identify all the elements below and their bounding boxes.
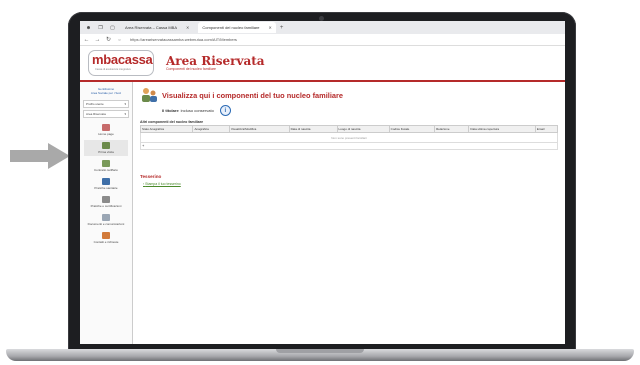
new-tab-icon[interactable]: + — [280, 25, 284, 31]
family-table: Stato Anagrafica Anagrafica Visualizza/M… — [139, 125, 559, 143]
tab-label: Componenti del nucleo familiare — [202, 25, 260, 30]
profile-icon[interactable]: ☻ — [85, 24, 92, 31]
user-info: Gentilissimo Area Sociale per i Soci — [80, 82, 132, 98]
family-icon — [142, 88, 157, 102]
holder-label: Il titolare — [162, 108, 179, 113]
chevron-down-icon: ▾ — [124, 112, 126, 116]
back-icon[interactable]: ← — [82, 37, 91, 43]
contact-icon — [102, 232, 110, 239]
home-icon — [102, 124, 110, 131]
laptop-base — [6, 349, 634, 361]
certificate-icon — [102, 196, 110, 203]
tab-componenti[interactable]: Componenti del nucleo familiare ✕ — [198, 22, 276, 33]
tab-actions-icon[interactable]: ▢ — [109, 24, 116, 31]
sidebar-item-label: Pratiche e certificazioni — [90, 204, 122, 208]
sidebar-item-family[interactable]: Prima visita — [84, 140, 128, 156]
main-content: Visualizza qui i componenti del tuo nucl… — [133, 82, 565, 344]
select-value: Profilo utente — [86, 102, 104, 106]
sidebar-item-contacts[interactable]: Contatti e richieste — [84, 230, 128, 246]
lock-icon: ○ — [118, 37, 121, 42]
sidebar-item-medical[interactable]: Pratiche sanitarie — [84, 176, 128, 192]
tab-area-riservata[interactable]: Area Riservata – Cassa MBA ✕ — [121, 22, 193, 33]
browser-window: ☻ ❐ ▢ Area Riservata – Cassa MBA ✕ Compo… — [80, 21, 565, 344]
tesserino-title: Tesserino — [140, 174, 162, 179]
sidebar-item-label: Contratto tariffario — [94, 168, 118, 172]
link-label: Stampa il tuo tesserino — [145, 182, 181, 186]
profile-select[interactable]: Profilo utente ▾ — [83, 100, 129, 108]
sidebar-item-label: Prima visita — [98, 150, 114, 154]
sidebar-item-label: Pratiche sanitarie — [94, 186, 118, 190]
logo-text: mbacassa — [92, 52, 153, 67]
refresh-icon[interactable]: ↻ — [104, 36, 113, 43]
close-icon[interactable]: ✕ — [269, 25, 272, 30]
sidebar: Gentilissimo Area Sociale per i Soci Pro… — [80, 82, 133, 344]
add-member-button[interactable]: + — [140, 143, 558, 150]
tab-bar: ☻ ❐ ▢ Area Riservata – Cassa MBA ✕ Compo… — [80, 21, 565, 34]
area-select[interactable]: Area Riservata ▾ — [83, 110, 129, 118]
address-bar: ← → ↻ ○ https://areariservatacassamba.we… — [80, 34, 565, 46]
pointer-arrow-icon — [10, 143, 70, 169]
logo-subtitle: Cassa di assistenza integrativa — [95, 68, 131, 71]
page-title: Area Riservata — [166, 54, 265, 68]
page-header: mbacassa Cassa di assistenza integrativa… — [80, 46, 565, 82]
column-header[interactable]: Data ultima copertura — [468, 125, 536, 133]
trackpad-notch — [276, 349, 364, 353]
holder-value: incluso conservato — [180, 108, 214, 113]
holder-row: Il titolare incluso conservato i — [162, 105, 558, 116]
empty-message: Non sono presenti familiari — [140, 132, 558, 143]
tab-label: Area Riservata – Cassa MBA — [125, 25, 178, 30]
column-header[interactable]: Visualizza/Modifica — [228, 125, 290, 133]
family-icon — [102, 142, 110, 149]
folder-icon — [102, 214, 110, 221]
user-subtitle: Area Sociale per i Soci — [90, 91, 122, 95]
chevron-down-icon: ▾ — [124, 102, 126, 106]
close-icon[interactable]: ✕ — [186, 25, 189, 30]
select-value: Area Riservata — [86, 112, 106, 116]
column-header[interactable]: Anagrafica — [192, 125, 230, 133]
column-header[interactable]: Data di nascita — [288, 125, 338, 133]
sidebar-item-documents[interactable]: Documenti e comunicazioni — [84, 212, 128, 228]
url-field[interactable]: https://areariservatacassamba.webmutua.c… — [130, 37, 237, 42]
collections-icon[interactable]: ❐ — [97, 24, 104, 31]
sidebar-menu: Home page Prima visita Contratto tariffa… — [80, 122, 132, 246]
column-header[interactable]: Stato Anagrafica — [139, 125, 194, 133]
sidebar-item-label: Home page — [98, 132, 114, 136]
column-header[interactable]: Email — [534, 125, 559, 133]
table-caption: Altri componenti del nucleo familiare — [140, 120, 204, 124]
sidebar-item-home[interactable]: Home page — [84, 122, 128, 138]
sidebar-item-certificates[interactable]: Pratiche e certificazioni — [84, 194, 128, 210]
logo[interactable]: mbacassa Cassa di assistenza integrativa — [88, 50, 154, 76]
sidebar-item-label: Contatti e richieste — [93, 240, 119, 244]
sidebar-item-label: Documenti e comunicazioni — [87, 222, 125, 226]
page-title-block: Area Riservata Componenti del nucleo fam… — [166, 55, 265, 71]
table-row: Non sono presenti familiari — [140, 132, 558, 143]
column-header[interactable]: Luogo di nascita — [336, 125, 390, 133]
print-card-link[interactable]: › Stampa il tuo tesserino — [143, 182, 558, 186]
document-icon — [102, 160, 110, 167]
forward-icon[interactable]: → — [93, 37, 102, 43]
info-icon[interactable]: i — [219, 105, 231, 116]
section-title: Visualizza qui i componenti del tuo nucl… — [162, 90, 343, 100]
sidebar-item-contract[interactable]: Contratto tariffario — [84, 158, 128, 174]
column-header[interactable]: Relazione — [434, 125, 470, 133]
column-header[interactable]: Codice fiscale — [388, 125, 436, 133]
medical-icon — [102, 178, 110, 185]
